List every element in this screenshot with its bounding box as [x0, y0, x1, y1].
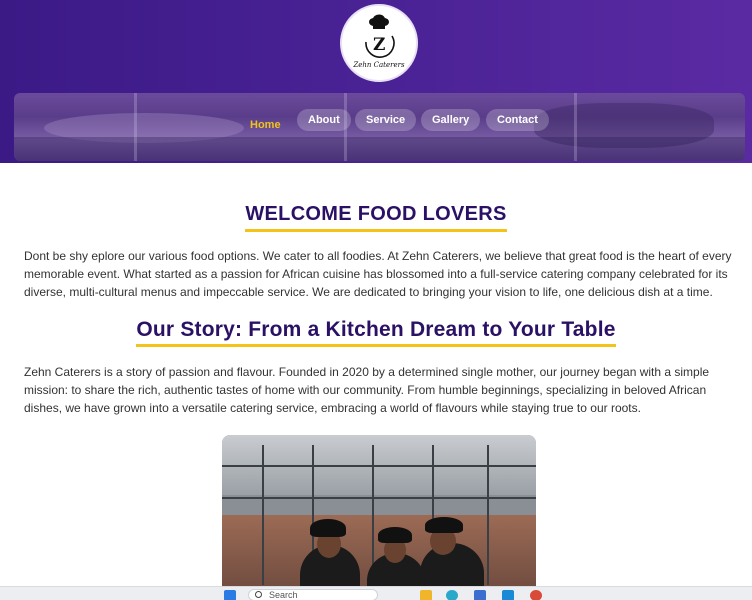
edge-icon[interactable]	[446, 590, 458, 600]
folder-icon[interactable]	[420, 590, 432, 600]
story-heading: Our Story: From a Kitchen Dream to Your …	[0, 318, 752, 347]
store-icon[interactable]	[474, 590, 486, 600]
nav-about[interactable]: About	[297, 109, 351, 131]
search-icon	[255, 591, 262, 598]
team-photo	[222, 435, 536, 595]
main-nav: Home About Service Gallery Contact	[14, 93, 745, 161]
story-title: Our Story: From a Kitchen Dream to Your …	[136, 318, 616, 347]
nav-home[interactable]: Home	[239, 114, 292, 136]
nav-service[interactable]: Service	[355, 109, 417, 131]
nav-bar: Home About Service Gallery Contact	[14, 93, 745, 161]
nav-contact[interactable]: Contact	[486, 109, 549, 131]
site-header: Z Zehn Caterers Home About Service Galle…	[0, 0, 752, 163]
windows-icon[interactable]	[224, 590, 236, 600]
os-taskbar: Search	[0, 586, 752, 600]
nav-gallery[interactable]: Gallery	[421, 109, 481, 131]
logo-text: Zehn Caterers	[353, 61, 405, 69]
welcome-heading: WELCOME FOOD LOVERS	[0, 203, 752, 232]
svg-text:Z: Z	[373, 35, 385, 55]
story-paragraph: Zehn Caterers is a story of passion and …	[24, 365, 710, 415]
welcome-paragraph: Dont be shy eplore our various food opti…	[24, 249, 732, 299]
chrome-icon[interactable]	[530, 590, 542, 600]
zehn-caterers-logo[interactable]: Z Zehn Caterers	[340, 4, 418, 82]
vscode-icon[interactable]	[502, 590, 514, 600]
welcome-title: WELCOME FOOD LOVERS	[245, 203, 507, 232]
taskbar-search[interactable]: Search	[248, 589, 378, 600]
